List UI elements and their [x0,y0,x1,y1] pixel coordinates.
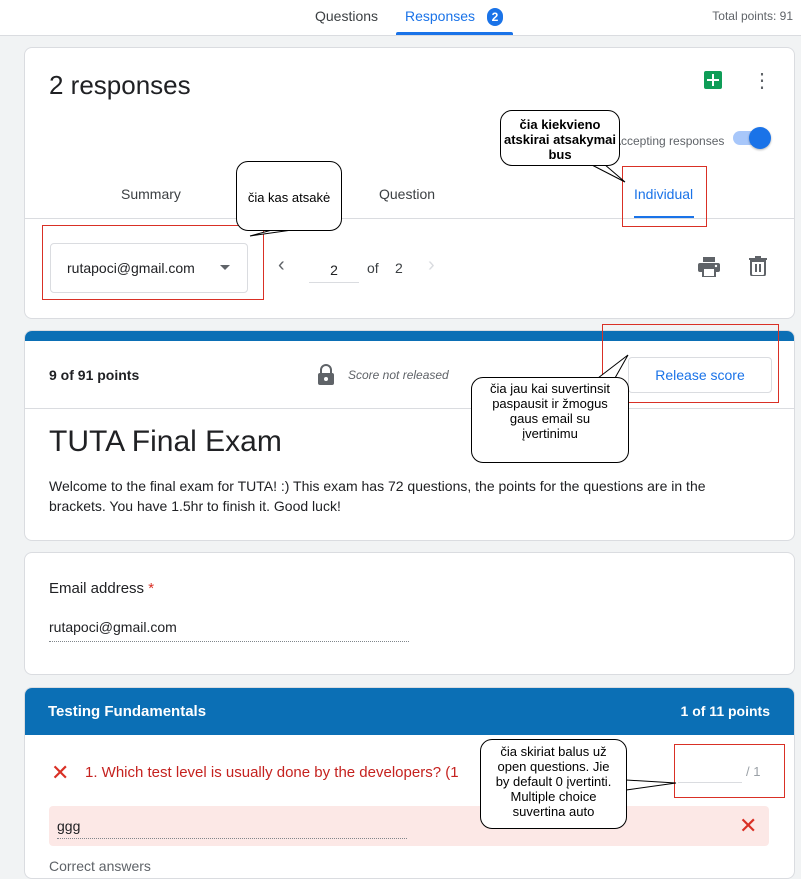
subtab-summary[interactable]: Summary [121,186,181,202]
response-page-input[interactable]: 2 [309,258,359,283]
sheets-icon[interactable] [704,71,722,89]
score-status: Score not released [348,368,449,382]
total-points: Total points: 91 [712,9,793,23]
highlight-box-score [674,744,785,798]
toggle-knob [749,127,771,149]
section-header: Testing Fundamentals 1 of 11 points [25,688,794,735]
section-title: Testing Fundamentals [48,703,207,720]
lock-icon [316,364,336,391]
divider [25,408,794,409]
active-tab-indicator [396,32,513,35]
responses-title: 2 responses [49,70,191,100]
tab-questions[interactable]: Questions [315,0,378,35]
print-icon[interactable] [698,257,720,282]
page-total: 2 [395,260,403,276]
answer-box: ggg ✕ [49,806,769,846]
annotation-scoring: čia skiriat balus už open questions. Jie… [480,739,627,829]
accepting-responses-label: Accepting responses [613,134,725,148]
form-description: Welcome to the final exam for TUTA! :) T… [49,478,706,514]
top-bar: Questions Responses 2 Total points: 91 [0,0,801,36]
answer-text: ggg [57,818,407,839]
subtab-question[interactable]: Question [379,186,435,202]
email-value: rutapoci@gmail.com [49,619,409,642]
incorrect-answer-icon: ✕ [739,813,758,838]
section-points: 1 of 11 points [680,703,770,719]
delete-icon[interactable] [749,256,767,281]
form-title: TUTA Final Exam [49,425,282,458]
email-label: Email address * [49,580,154,597]
correct-answers-label: Correct answers [49,858,151,874]
highlight-box-respondent [42,225,264,300]
incorrect-icon: ✕ [51,760,70,785]
previous-response-button[interactable]: ‹ [278,254,285,277]
responses-count-badge: 2 [487,8,503,26]
annotation-release: čia jau kai suvertinsit paspausit ir žmo… [471,377,629,463]
page-of-label: of [367,260,379,276]
annotation-who-answered: čia kas atsakė [236,161,342,231]
more-options-icon[interactable]: ⋮ [752,71,772,91]
annotation-individual: čia kiekvieno atskirai atsakymai bus [500,110,620,166]
accepting-responses-toggle[interactable] [733,127,771,149]
total-score: 9 of 91 points [49,367,140,383]
tab-responses-label: Responses [405,8,476,24]
next-response-button[interactable]: › [428,254,435,277]
tab-responses[interactable]: Responses 2 [396,0,513,35]
email-card: Email address * rutapoci@gmail.com [24,552,795,675]
required-mark: * [148,580,155,597]
email-label-text: Email address [49,580,145,597]
question-text: 1. Which test level is usually done by t… [85,764,459,781]
highlight-box-individual [622,166,707,227]
